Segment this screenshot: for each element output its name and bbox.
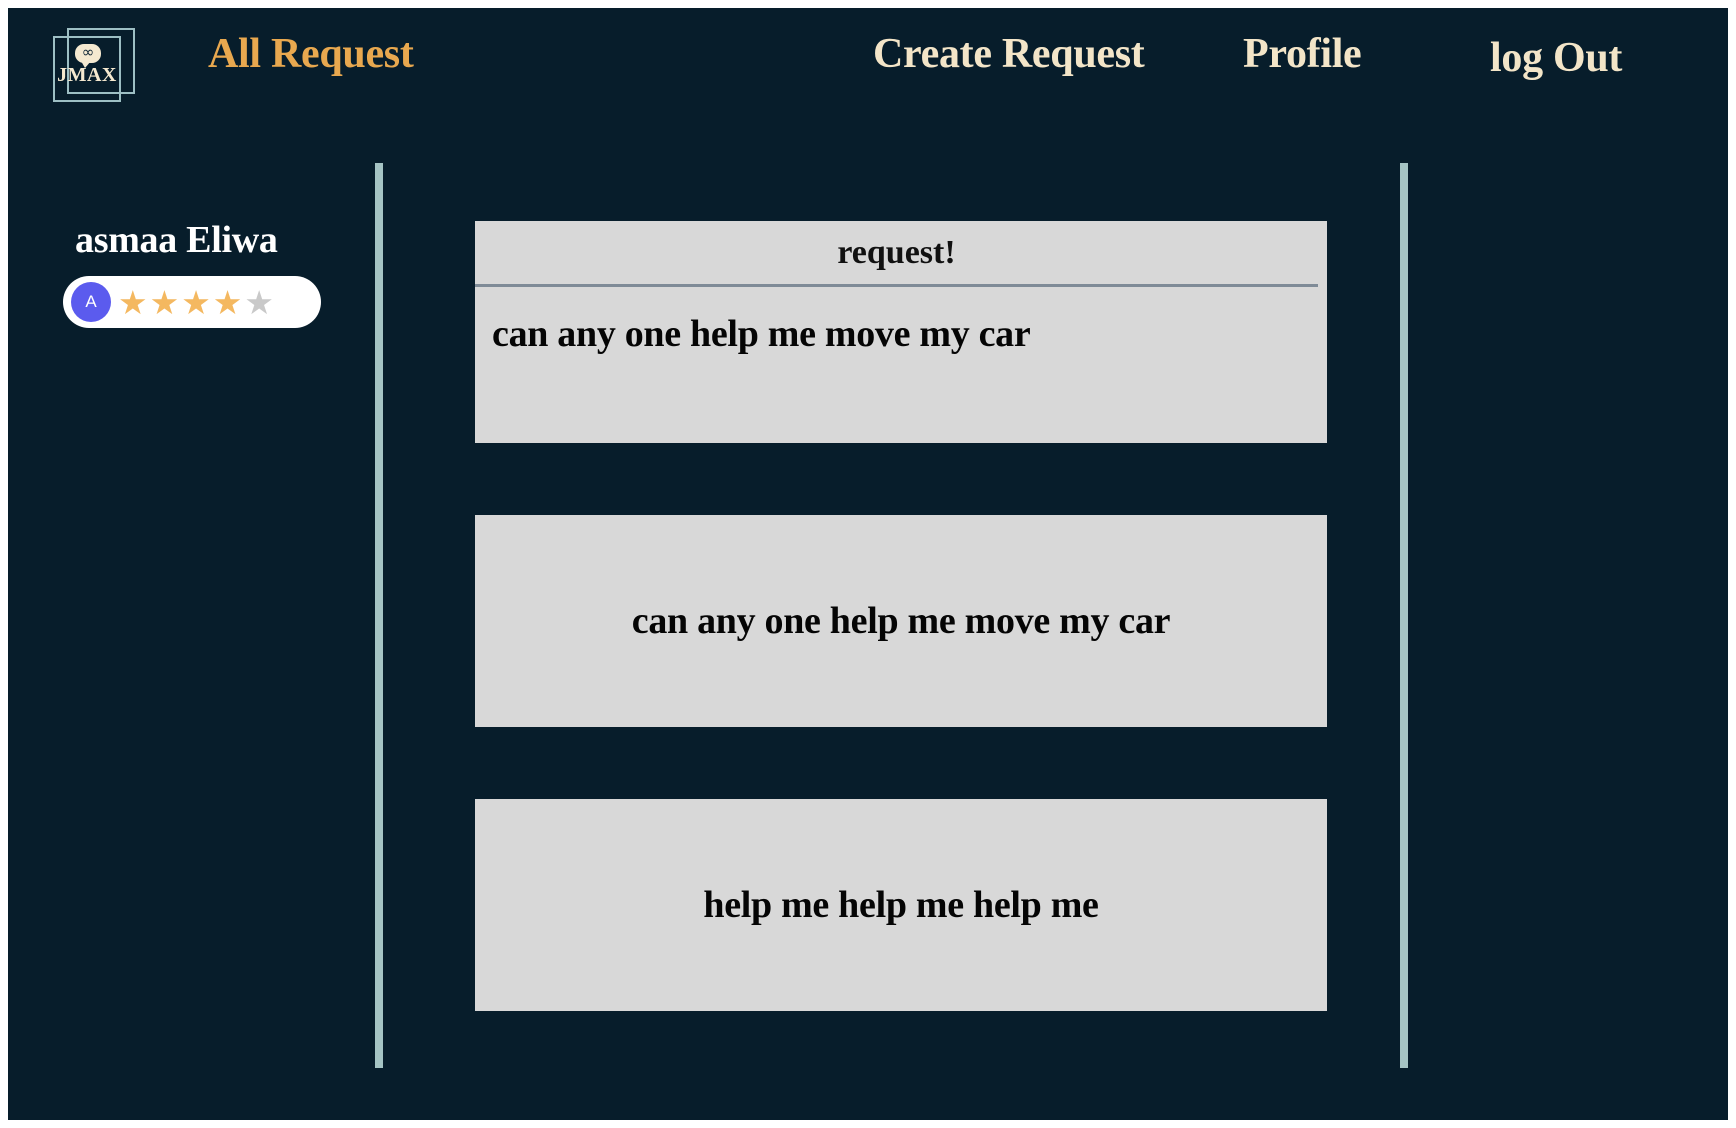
divider-rail-right <box>1400 163 1408 1068</box>
navbar: ∞ JMAX All Request Create Request Profil… <box>8 8 1728 120</box>
user-rating-pill[interactable]: A ★ ★ ★ ★ ★ <box>63 276 321 328</box>
nav-link-profile[interactable]: Profile <box>1243 30 1362 78</box>
nav-link-create-request[interactable]: Create Request <box>873 30 1145 78</box>
avatar: A <box>71 282 111 322</box>
divider-rail-left <box>375 163 383 1068</box>
request-card[interactable]: help me help me help me <box>475 799 1327 1011</box>
request-feed: request! can any one help me move my car… <box>475 221 1327 1083</box>
star-icon-2[interactable]: ★ <box>150 286 180 319</box>
sidebar: asmaa Eliwa A ★ ★ ★ ★ ★ <box>63 218 353 328</box>
app-window: ∞ JMAX All Request Create Request Profil… <box>8 8 1728 1120</box>
request-card-body: help me help me help me <box>703 884 1099 926</box>
user-name: asmaa Eliwa <box>75 219 278 261</box>
logo-wordmark: JMAX <box>57 64 117 86</box>
infinity-icon: ∞ <box>81 43 95 61</box>
star-icon-4[interactable]: ★ <box>213 286 243 319</box>
star-icon-5[interactable]: ★ <box>244 286 274 319</box>
request-card-header: request! <box>475 221 1318 287</box>
request-card-body: can any one help me move my car <box>492 313 1031 355</box>
jmax-logo[interactable]: ∞ JMAX <box>53 28 137 102</box>
request-card[interactable]: request! can any one help me move my car <box>475 221 1327 443</box>
nav-link-all-request[interactable]: All Request <box>208 30 414 78</box>
speech-bubble-icon: ∞ <box>75 43 101 68</box>
star-icon-1[interactable]: ★ <box>118 286 148 319</box>
request-card[interactable]: can any one help me move my car <box>475 515 1327 727</box>
request-card-body: can any one help me move my car <box>631 600 1171 642</box>
nav-link-log-out[interactable]: log Out <box>1490 34 1622 82</box>
star-rating[interactable]: ★ ★ ★ ★ ★ <box>118 286 276 319</box>
star-icon-3[interactable]: ★ <box>181 286 211 319</box>
